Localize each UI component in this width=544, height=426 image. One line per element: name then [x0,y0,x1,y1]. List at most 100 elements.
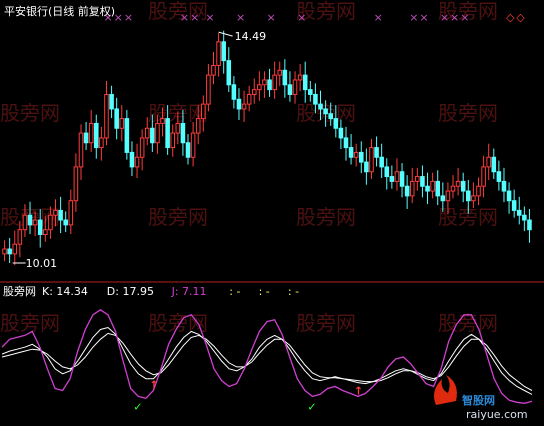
candle-body [93,122,99,149]
candle-body [150,127,155,144]
candle [348,134,354,165]
candle [506,182,512,214]
candle-body [37,219,43,236]
candle [399,163,405,198]
candle-body [302,74,308,91]
candle [409,167,415,204]
candle-body [262,79,267,86]
candle [364,148,369,185]
signal-mark: × [267,11,276,24]
candle [73,153,79,212]
candle-body [175,122,181,134]
candle-body [231,84,237,100]
buy-arrow: ↑ [149,378,158,391]
candle-body [226,60,232,86]
watermark-text: 股旁网 [438,101,498,125]
candle-body [328,113,333,120]
candle-body [389,176,395,182]
candle-body [353,151,359,158]
candle [139,129,145,171]
candle-body [471,195,476,202]
candle-body [17,229,23,245]
candle-body [358,151,364,163]
signal-mark: × [419,11,428,24]
candle-body [114,108,119,129]
candle-body [384,166,390,178]
candle-body [221,41,226,62]
candle [246,85,252,112]
candle-body [481,166,486,187]
candle [2,240,7,262]
candle [292,71,298,104]
candle-body [394,171,400,182]
candle-body [379,156,384,168]
kline-chart: 股旁网股旁网股旁网股旁网股旁网股旁网股旁网股旁网股旁网股旁网股旁网股旁网股旁网股… [0,0,544,421]
watermark-text: 股旁网 [296,311,356,335]
candle-body [58,209,63,221]
candle-body [7,248,12,255]
candle-body [2,248,7,255]
candle [231,76,237,109]
candle-body [425,185,430,192]
signal-mark: × [205,11,214,24]
candle [379,143,384,179]
candle-body [501,180,507,192]
candle-body [43,229,48,236]
trough-mark: ✓ [133,400,142,413]
candle-body [292,79,298,95]
indicator-name: 股旁网 [3,284,36,298]
candle-body [430,180,435,192]
candle [236,88,242,121]
candle-body [83,132,89,144]
candle [353,143,359,167]
candle-body [450,185,456,192]
candle-body [206,74,211,105]
candle-body [516,209,522,216]
legend-entry: : - [229,285,240,298]
candle [134,143,140,179]
candle-body [282,69,288,86]
candle [190,121,196,167]
candle [308,80,313,102]
candle-body [455,180,461,187]
candle [114,97,119,140]
candle-body [476,185,481,197]
candle-body [53,209,58,216]
candle [99,126,104,161]
candle-body [415,176,420,182]
candle [430,172,435,199]
candle-body [277,69,283,76]
candle-body [511,200,517,211]
candle [241,90,247,122]
candle-body [460,180,466,192]
candle-body [134,156,140,168]
candle-body [63,219,68,226]
candle-body [129,151,135,168]
candle [170,124,176,157]
candle [516,196,522,225]
signal-mark: ◇ [506,11,515,24]
candle-body [506,190,512,202]
logo-name: 智股网 [462,393,495,407]
candle [287,71,293,102]
candle-body [165,118,170,149]
signal-mark: × [440,11,449,24]
flame-icon [434,375,457,405]
candle [389,165,395,189]
candle-body [343,137,349,149]
candle-body [297,74,303,81]
candle [527,208,532,243]
candle [93,114,99,159]
watermark-text: 股旁网 [0,101,60,125]
candle [7,237,12,264]
candle-body [308,89,313,95]
candle-body [348,147,354,158]
candle [425,172,430,205]
candle [297,64,303,92]
signal-mark: × [180,11,189,24]
candle [455,167,461,196]
candle [522,206,527,232]
candle [511,189,517,218]
watermark-text: 股旁网 [296,205,356,229]
candle-body [216,41,221,66]
